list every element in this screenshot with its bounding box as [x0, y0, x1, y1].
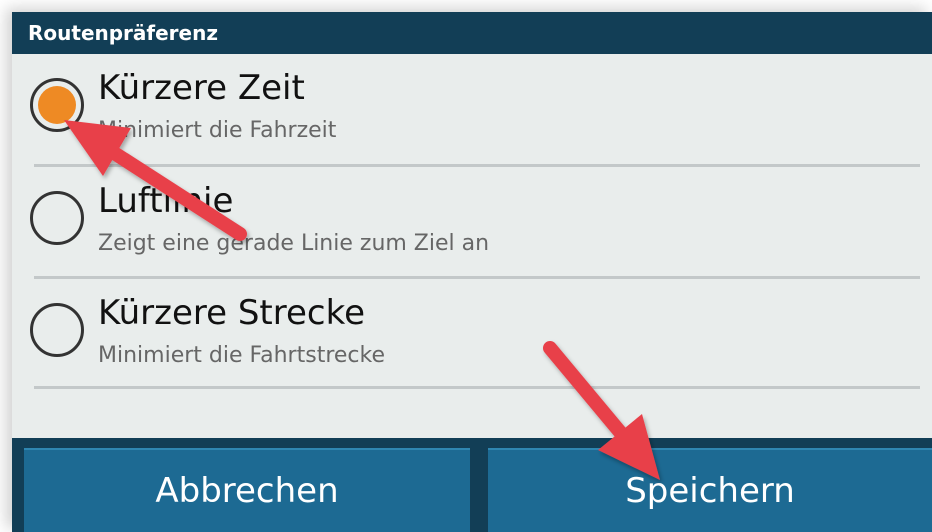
option-description: Minimiert die Fahrzeit [98, 118, 337, 143]
option-shorter-distance[interactable]: Kürzere Strecke Minimiert die Fahrtstrec… [12, 279, 932, 391]
radio-button[interactable] [30, 303, 84, 357]
option-title: Luftlinie [98, 181, 234, 221]
option-description: Zeigt eine gerade Linie zum Ziel an [98, 231, 490, 256]
route-preference-dialog: Routenpräferenz Kürzere Zeit Minimiert d… [12, 12, 932, 532]
option-description: Minimiert die Fahrtstrecke [98, 343, 385, 368]
option-title: Kürzere Zeit [98, 68, 305, 108]
radio-button[interactable] [30, 191, 84, 245]
separator [34, 386, 920, 389]
dialog-title: Routenpräferenz [12, 12, 932, 54]
option-title: Kürzere Strecke [98, 293, 366, 333]
option-shorter-time[interactable]: Kürzere Zeit Minimiert die Fahrzeit [12, 54, 932, 166]
radio-dot [38, 86, 76, 124]
radio-button-selected[interactable] [30, 78, 84, 132]
save-button[interactable]: Speichern [488, 448, 932, 532]
route-option-list: Kürzere Zeit Minimiert die Fahrzeit Luft… [12, 54, 932, 448]
cancel-button[interactable]: Abbrechen [24, 448, 470, 532]
option-straight-line[interactable]: Luftlinie Zeigt eine gerade Linie zum Zi… [12, 167, 932, 279]
dialog-footer: Abbrechen Speichern [12, 438, 932, 532]
